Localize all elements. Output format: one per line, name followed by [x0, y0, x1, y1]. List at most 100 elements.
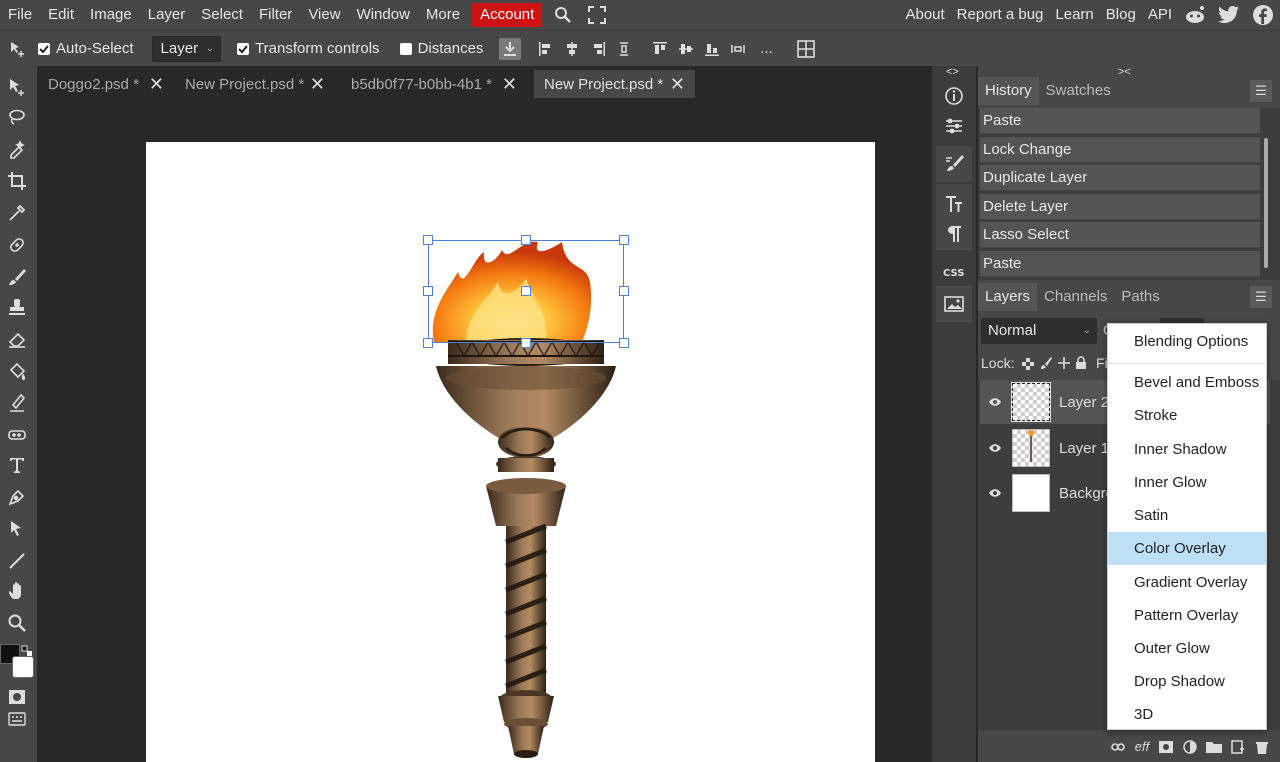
align-left-icon[interactable]	[535, 38, 557, 60]
tab-paths[interactable]: Paths	[1114, 283, 1166, 311]
transform-handle[interactable]	[521, 338, 531, 348]
distances-checkbox[interactable]: Distances	[399, 40, 483, 57]
tab-b5db0f77[interactable]: b5db0f77-b0bb-4b1 * ✕	[341, 70, 527, 98]
smudge-tool[interactable]	[4, 390, 30, 416]
history-item[interactable]: Lasso Select	[980, 222, 1260, 248]
reddit-icon[interactable]	[1184, 4, 1206, 26]
menu-stroke[interactable]: Stroke	[1108, 399, 1266, 432]
trash-icon[interactable]	[1250, 740, 1274, 754]
path-select-tool[interactable]	[4, 516, 30, 542]
history-item[interactable]: Duplicate Layer	[980, 165, 1260, 191]
menu-edit[interactable]: Edit	[40, 0, 82, 30]
link-learn[interactable]: Learn	[1049, 0, 1099, 30]
lock-transparency-icon[interactable]	[1022, 357, 1034, 374]
menu-file[interactable]: File	[0, 0, 40, 30]
text-tool[interactable]	[4, 452, 30, 478]
menu-bevel-emboss[interactable]: Bevel and Emboss	[1108, 366, 1266, 399]
history-item[interactable]: Lock Change	[980, 137, 1260, 163]
blend-mode-dropdown[interactable]: Normal ⌄	[981, 318, 1097, 344]
lock-position-icon[interactable]	[1057, 356, 1071, 374]
close-icon[interactable]: ✕	[149, 74, 164, 95]
distribute-v-icon[interactable]	[613, 38, 635, 60]
transform-handle[interactable]	[423, 286, 433, 296]
clone-stamp-tool[interactable]	[4, 294, 30, 320]
transform-controls-checkbox[interactable]: Transform controls	[237, 40, 380, 57]
menu-inner-shadow[interactable]: Inner Shadow	[1108, 433, 1266, 466]
align-middle-icon[interactable]	[675, 38, 697, 60]
brush-tool[interactable]	[4, 264, 30, 290]
distribute-h-icon[interactable]	[727, 38, 749, 60]
info-icon[interactable]	[940, 82, 968, 110]
menu-satin[interactable]: Satin	[1108, 499, 1266, 532]
canvas-area[interactable]	[37, 100, 932, 762]
zoom-tool[interactable]	[4, 610, 30, 636]
menu-image[interactable]: Image	[82, 0, 140, 30]
eye-icon[interactable]	[980, 443, 1010, 453]
menu-layer[interactable]: Layer	[140, 0, 194, 30]
menu-more[interactable]: More	[418, 0, 468, 30]
history-scrollbar[interactable]	[1264, 138, 1268, 268]
document-canvas[interactable]	[146, 142, 875, 762]
collapse-left-arrows[interactable]: <>	[946, 66, 959, 78]
history-item[interactable]: Paste	[980, 108, 1260, 134]
menu-color-overlay[interactable]: Color Overlay	[1108, 532, 1266, 565]
layer-effects-button[interactable]: eff	[1130, 739, 1154, 754]
grid-icon[interactable]	[795, 38, 817, 60]
download-icon[interactable]	[499, 37, 522, 60]
eye-icon[interactable]	[980, 488, 1010, 498]
more-options[interactable]: ...	[755, 38, 777, 60]
transform-handle[interactable]	[619, 338, 629, 348]
keyboard-icon[interactable]	[4, 706, 30, 732]
tab-swatches[interactable]: Swatches	[1039, 77, 1118, 105]
menu-select[interactable]: Select	[193, 0, 251, 30]
align-bottom-icon[interactable]	[701, 38, 723, 60]
history-panel-menu-icon[interactable]: ☰	[1250, 80, 1272, 102]
transform-handle[interactable]	[521, 235, 531, 245]
link-report-bug[interactable]: Report a bug	[951, 0, 1050, 30]
css-icon[interactable]: CSS	[940, 258, 968, 286]
layer-mask-icon[interactable]	[1154, 740, 1178, 753]
menu-pattern-overlay[interactable]: Pattern Overlay	[1108, 599, 1266, 632]
menu-filter[interactable]: Filter	[251, 0, 300, 30]
lasso-tool[interactable]	[4, 104, 30, 130]
brush-settings-icon[interactable]	[940, 150, 968, 178]
menu-outer-glow[interactable]: Outer Glow	[1108, 632, 1266, 665]
healing-brush-tool[interactable]	[4, 232, 30, 258]
align-right-icon[interactable]	[587, 38, 609, 60]
paragraph-icon[interactable]	[940, 220, 968, 248]
tab-doggo2[interactable]: Doggo2.psd * ✕	[38, 70, 174, 98]
close-icon[interactable]: ✕	[670, 74, 685, 95]
align-top-icon[interactable]	[649, 38, 671, 60]
tab-layers[interactable]: Layers	[978, 283, 1038, 311]
search-icon[interactable]	[552, 4, 574, 26]
pen-tool[interactable]	[4, 484, 30, 510]
menu-3d[interactable]: 3D	[1108, 698, 1266, 731]
transform-handle[interactable]	[423, 235, 433, 245]
transform-handle[interactable]	[619, 286, 629, 296]
menu-gradient-overlay[interactable]: Gradient Overlay	[1108, 566, 1266, 599]
transform-handle[interactable]	[619, 235, 629, 245]
transform-handle[interactable]	[423, 338, 433, 348]
link-layers-icon[interactable]	[1106, 742, 1130, 751]
image-icon[interactable]	[940, 290, 968, 318]
quick-select-tool[interactable]	[4, 136, 30, 162]
twitter-icon[interactable]	[1218, 4, 1240, 26]
new-layer-icon[interactable]	[1226, 739, 1250, 754]
layers-panel-menu-icon[interactable]: ☰	[1250, 286, 1272, 308]
close-icon[interactable]: ✕	[310, 74, 325, 95]
auto-select-target-dropdown[interactable]: Layer ⌄	[151, 35, 222, 62]
line-tool[interactable]	[4, 548, 30, 574]
move-tool[interactable]	[4, 74, 30, 100]
tab-new-project-active[interactable]: New Project.psd * ✕	[534, 70, 695, 98]
menu-inner-glow[interactable]: Inner Glow	[1108, 466, 1266, 499]
lock-paint-icon[interactable]	[1040, 356, 1052, 374]
align-center-h-icon[interactable]	[561, 38, 583, 60]
transform-handle[interactable]	[521, 286, 531, 296]
close-icon[interactable]: ✕	[502, 74, 517, 95]
facebook-icon[interactable]	[1252, 4, 1274, 26]
tab-new-project-1[interactable]: New Project.psd * ✕	[175, 70, 335, 98]
menu-window[interactable]: Window	[349, 0, 418, 30]
hand-tool[interactable]	[4, 578, 30, 604]
paint-bucket-tool[interactable]	[4, 358, 30, 384]
auto-select-checkbox[interactable]: Auto-Select	[38, 40, 134, 57]
